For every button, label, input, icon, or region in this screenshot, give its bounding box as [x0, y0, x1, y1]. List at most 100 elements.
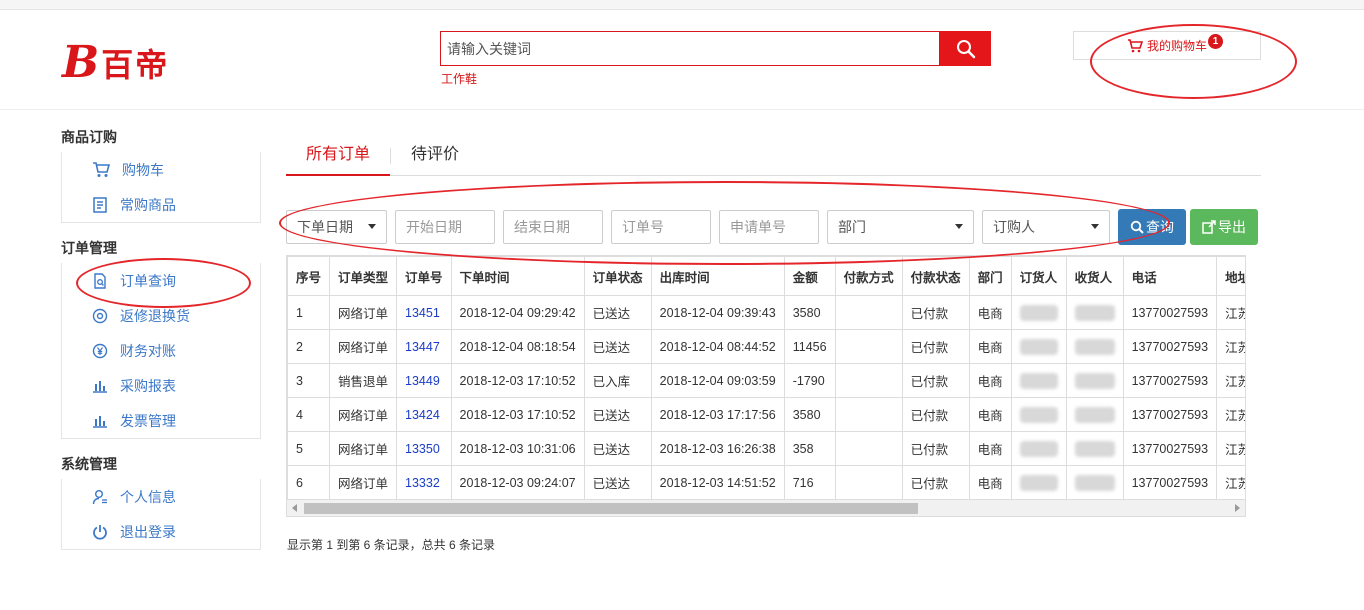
column-header[interactable]: 电话 — [1122, 256, 1218, 296]
scroll-left-arrow-icon[interactable] — [292, 504, 297, 512]
redacted-name — [1019, 440, 1058, 457]
column-header[interactable]: 收货人 — [1065, 256, 1124, 296]
column-header[interactable]: 付款状态 — [901, 256, 970, 296]
order-time-cell: 2018-12-04 08:18:54 — [450, 329, 585, 364]
department-cell: 电商 — [968, 465, 1012, 500]
query-button-label: 查询 — [1146, 218, 1174, 235]
user-icon — [92, 489, 107, 504]
order-time-cell: 2018-12-03 17:10:52 — [450, 363, 585, 398]
cart-count-badge: 1 — [1208, 34, 1223, 49]
sidebar-item-invoice[interactable]: 发票管理 — [62, 403, 260, 438]
column-header[interactable]: 订货人 — [1010, 256, 1067, 296]
row-index-cell: 3 — [287, 363, 331, 398]
query-button[interactable]: 查询 — [1118, 208, 1186, 245]
row-index-cell: 5 — [287, 431, 331, 466]
row-index-cell: 1 — [287, 295, 331, 330]
sidebar-item-logout[interactable]: 退出登录 — [62, 514, 260, 549]
sidebar-item-profile[interactable]: 个人信息 — [62, 479, 260, 514]
payment-status-cell: 已付款 — [901, 329, 970, 364]
my-cart-button[interactable]: 我的购物车 1 — [1073, 31, 1261, 60]
delivery-time-cell: 2018-12-03 17:17:56 — [650, 397, 785, 432]
column-header[interactable]: 地址 — [1216, 256, 1245, 296]
horizontal-scrollbar[interactable] — [287, 499, 1245, 516]
amount-cell: 3580 — [783, 295, 836, 330]
redacted-name — [1019, 338, 1058, 355]
order-status-cell: 已送达 — [583, 329, 652, 364]
orderer-cell — [1010, 329, 1067, 364]
tab-pending-review[interactable]: 待评价 — [391, 138, 479, 176]
column-header[interactable]: 订单号 — [396, 256, 452, 296]
orderer-cell — [1010, 363, 1067, 398]
orderer-select[interactable]: 订购人 — [982, 209, 1110, 244]
scrollbar-thumb[interactable] — [304, 503, 918, 514]
order-type-cell: 销售退单 — [329, 363, 398, 398]
start-date-input[interactable]: 开始日期 — [395, 209, 495, 244]
amount-cell: -1790 — [783, 363, 836, 398]
apply-number-input[interactable]: 申请单号 — [719, 209, 819, 244]
column-header[interactable]: 订单状态 — [583, 256, 652, 296]
search-input[interactable] — [440, 31, 940, 66]
orderer-cell — [1010, 295, 1067, 330]
sidebar-item-returns[interactable]: 返修退换货 — [62, 298, 260, 333]
export-icon — [1202, 219, 1216, 234]
search-button[interactable] — [940, 31, 991, 66]
column-header[interactable]: 序号 — [287, 256, 331, 296]
payment-status-cell: 已付款 — [901, 295, 970, 330]
table-row[interactable]: 4 网络订单 13424 2018-12-03 17:10:52 已送达 2018-12-… — [287, 397, 1245, 432]
table-row[interactable]: 5 网络订单 13350 2018-12-03 10:31:06 已送达 2018-12-… — [287, 431, 1245, 466]
column-header[interactable]: 付款方式 — [834, 256, 903, 296]
end-date-input[interactable]: 结束日期 — [503, 209, 603, 244]
chevron-down-icon — [955, 224, 963, 229]
column-header[interactable]: 金额 — [783, 256, 836, 296]
column-header[interactable]: 下单时间 — [450, 256, 585, 296]
delivery-time-cell: 2018-12-04 09:03:59 — [650, 363, 785, 398]
department-select[interactable]: 部门 — [827, 209, 974, 244]
sidebar-item-cart[interactable]: 购物车 — [62, 152, 260, 187]
order-number-link-cell[interactable]: 13447 — [396, 329, 452, 364]
sidebar-group: 个人信息 退出登录 — [61, 479, 261, 550]
phone-cell: 13770027593 — [1122, 329, 1218, 364]
order-number-link-cell[interactable]: 13424 — [396, 397, 452, 432]
sidebar-group: 订单查询 返修退换货 财务对账 采购报表 发票管理 — [61, 263, 261, 439]
receiver-cell — [1065, 397, 1124, 432]
logo-mark: B — [62, 37, 100, 88]
column-header[interactable]: 部门 — [968, 256, 1012, 296]
order-number-link-cell[interactable]: 13350 — [396, 431, 452, 466]
tab-all-orders[interactable]: 所有订单 — [286, 138, 391, 176]
order-number-link-cell[interactable]: 13449 — [396, 363, 452, 398]
order-status-cell: 已入库 — [583, 363, 652, 398]
order-time-cell: 2018-12-03 10:31:06 — [450, 431, 585, 466]
order-number-link-cell[interactable]: 13332 — [396, 465, 452, 500]
redacted-name — [1019, 372, 1058, 389]
sidebar-item-purchase-report[interactable]: 采购报表 — [62, 368, 260, 403]
scroll-right-arrow-icon[interactable] — [1235, 504, 1240, 512]
orders-table-container: 序号 订单类型 订单号 下单时间 订单状态 出库时间 金额 付款方式 付款状态 … — [286, 255, 1246, 517]
redacted-name — [1074, 474, 1115, 491]
sidebar-item-order-query[interactable]: 订单查询 — [62, 263, 260, 298]
redacted-name — [1019, 304, 1058, 321]
date-type-select[interactable]: 下单日期 — [286, 209, 387, 244]
sidebar: 商品订购 购物车 常购商品 订单管理 订单查询 返修退换货 财务对账 采购报表 — [61, 122, 261, 550]
order-number-input[interactable]: 订单号 — [611, 209, 711, 244]
sidebar-item-finance[interactable]: 财务对账 — [62, 333, 260, 368]
table-row[interactable]: 3 销售退单 13449 2018-12-03 17:10:52 已入库 2018-12-… — [287, 363, 1245, 398]
redacted-name — [1074, 440, 1115, 457]
sidebar-group-title: 订单管理 — [61, 240, 117, 256]
export-button[interactable]: 导出 — [1190, 208, 1258, 245]
order-number-link-cell[interactable]: 13451 — [396, 295, 452, 330]
sidebar-item-frequent-products[interactable]: 常购商品 — [62, 187, 260, 222]
department-value: 部门 — [838, 218, 866, 235]
sidebar-item-label: 退出登录 — [120, 523, 176, 540]
redacted-name — [1074, 338, 1115, 355]
brand-logo[interactable]: B 百帝 — [62, 40, 169, 86]
table-row[interactable]: 6 网络订单 13332 2018-12-03 09:24:07 已送达 2018-12-… — [287, 465, 1245, 500]
table-row[interactable]: 2 网络订单 13447 2018-12-04 08:18:54 已送达 2018-12-… — [287, 329, 1245, 364]
pagination-info: 显示第 1 到第 6 条记录，总共 6 条记录 — [287, 538, 496, 552]
redacted-name — [1019, 406, 1058, 423]
column-header[interactable]: 订单类型 — [329, 256, 398, 296]
phone-cell: 13770027593 — [1122, 295, 1218, 330]
payment-status-cell: 已付款 — [901, 431, 970, 466]
column-header[interactable]: 出库时间 — [650, 256, 785, 296]
table-row[interactable]: 1 网络订单 13451 2018-12-04 09:29:42 已送达 2018-12-… — [287, 295, 1245, 330]
hot-keyword-link[interactable]: 工作鞋 — [441, 70, 477, 87]
